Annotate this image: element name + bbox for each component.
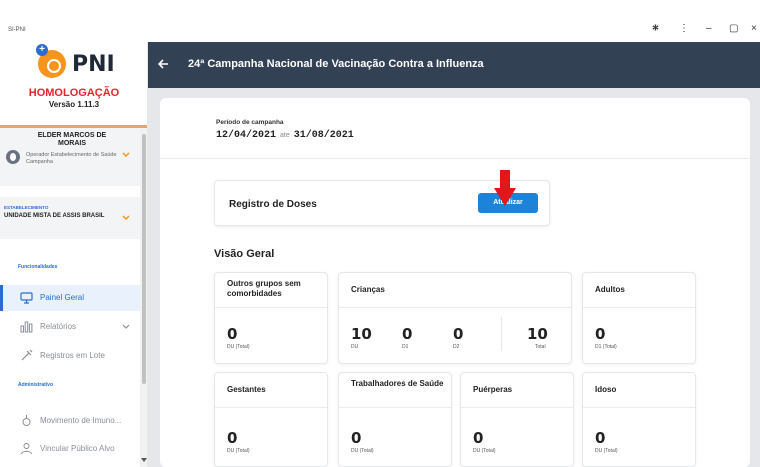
sidebar-item-vincular-publico-alvo[interactable]: Vincular Público Alvo	[0, 436, 140, 462]
metric-value: 0	[595, 429, 606, 447]
metric-separator	[501, 317, 502, 351]
card-title: Gestantes	[227, 385, 266, 394]
sidebar-item-label: Registros em Lote	[40, 351, 105, 360]
pni-logo: + PNI	[36, 44, 122, 84]
metric-value: 0	[227, 325, 238, 343]
vial-icon	[22, 415, 31, 426]
chevron-down-icon[interactable]	[122, 152, 130, 158]
metric-label: D1	[402, 344, 409, 350]
metric-value: 0	[453, 325, 464, 343]
metric-value: 0	[473, 429, 484, 447]
main-content: Período de campanha 12/04/2021 ate 31/08/2…	[148, 88, 760, 467]
card-trabalhadores-saude: Trabalhadores de Saúde 0 DU (Total)	[338, 372, 452, 467]
dose-registration-title: Registro de Doses	[229, 199, 317, 210]
overview-title: Visão Geral	[214, 248, 275, 260]
card-divider	[339, 307, 571, 308]
metric-label: DU (Total)	[595, 448, 618, 454]
metric-value: 0	[595, 325, 606, 343]
card-divider	[461, 407, 573, 408]
user-card[interactable]: ELDER MARCOS DE MORAIS Operador Estabele…	[0, 128, 140, 186]
establishment-value: UNIDADE MISTA DE ASSIS BRASIL	[4, 213, 105, 219]
sidebar-item-movimento-imuno[interactable]: Movimento de Imuno...	[0, 408, 140, 434]
metric-label: Total	[535, 344, 546, 350]
page-title: 24ª Campanha Nacional de Vacinação Contr…	[188, 58, 484, 70]
syringe-icon	[21, 349, 33, 361]
scroll-down-icon[interactable]	[141, 458, 147, 462]
metric-value: 10	[351, 325, 372, 343]
period-dates: 12/04/2021 ate 31/08/2021	[216, 130, 354, 141]
sidebar-scroll-thumb[interactable]	[142, 134, 146, 384]
metric-value: 0	[351, 429, 362, 447]
minimize-button[interactable]: –	[706, 24, 712, 34]
app-name: SI-PNI	[8, 27, 26, 33]
metric-label: D1 (Total)	[595, 344, 617, 350]
period-end: 31/08/2021	[293, 130, 354, 141]
metric-label: DU	[351, 344, 359, 350]
plus-icon: +	[36, 44, 48, 56]
metric-label: DU (Total)	[351, 448, 374, 454]
card-title: Idoso	[595, 385, 617, 394]
metric-label: DU (Total)	[227, 344, 250, 350]
metric-value: 0	[402, 325, 413, 343]
card-divider	[583, 307, 695, 308]
card-title: Adultos	[595, 285, 625, 294]
card-title: Puérperas	[473, 385, 513, 394]
chevron-down-icon[interactable]	[122, 324, 130, 330]
sidebar-item-painel-geral[interactable]: Painel Geral	[0, 285, 140, 311]
card-divider	[215, 407, 327, 408]
card-title: Outros grupos sem comorbidades	[227, 279, 301, 298]
monitor-icon	[20, 292, 33, 304]
page-header: 24ª Campanha Nacional de Vacinação Contr…	[148, 42, 760, 88]
establishment-card[interactable]: ESTABELECIMENTO UNIDADE MISTA DE ASSIS B…	[0, 197, 140, 239]
logo-text: PNI	[72, 52, 115, 77]
metric-label: D2	[453, 344, 460, 350]
section-administrative: Administrativo	[18, 382, 54, 388]
card-title: Trabalhadores de Saúde	[351, 379, 444, 388]
card-idoso: Idoso 0 DU (Total)	[582, 372, 696, 467]
more-menu-icon[interactable]: ⋮	[679, 24, 689, 34]
version-label: Versão 1.11.3	[48, 100, 100, 109]
metric-value: 10	[527, 325, 548, 343]
card-gestantes: Gestantes 0 DU (Total)	[214, 372, 328, 467]
card-adultos: Adultos 0 D1 (Total)	[582, 272, 696, 364]
sidebar-item-label: Relatórios	[40, 322, 77, 331]
card-title: Crianças	[351, 285, 385, 294]
user-avatar-icon	[6, 150, 20, 164]
card-divider	[583, 407, 695, 408]
metric-value: 0	[227, 429, 238, 447]
period-separator: ate	[280, 132, 290, 139]
card-criancas: Crianças 10 DU 0 D1 0 D2 10 Total	[338, 272, 572, 364]
sidebar-item-label: Painel Geral	[40, 293, 85, 302]
window-titlebar: SI-PNI 🞷 ⋮ – ▢ ×	[0, 0, 760, 42]
user-name: ELDER MARCOS DE MORAIS	[37, 132, 107, 147]
section-functionalities: Funcionalidades	[18, 264, 58, 270]
arrow-left-icon[interactable]	[158, 59, 169, 69]
sidebar-item-registros-em-lote[interactable]: Registros em Lote	[0, 343, 140, 369]
pin-icon[interactable]: 🞷	[652, 24, 659, 34]
environment-label: HOMOLOGAÇÃO	[28, 87, 120, 99]
sidebar: + PNI HOMOLOGAÇÃO Versão 1.11.3 ELDER MA…	[0, 42, 148, 467]
card-puerperas: Puérperas 0 DU (Total)	[460, 372, 574, 467]
sidebar-item-label: Movimento de Imuno...	[40, 416, 122, 425]
establishment-label: ESTABELECIMENTO	[4, 205, 49, 210]
metric-label: DU (Total)	[473, 448, 496, 454]
metric-label: DU (Total)	[227, 448, 250, 454]
user-role: Operador Estabelecimento de Saúde Campan…	[26, 152, 117, 165]
chart-icon	[20, 321, 33, 333]
sidebar-item-relatorios[interactable]: Relatórios	[0, 314, 140, 340]
sidebar-item-label: Vincular Público Alvo	[40, 444, 115, 453]
card-divider	[339, 407, 451, 408]
card-divider	[215, 307, 327, 308]
campaign-panel: Período de campanha 12/04/2021 ate 31/08/2…	[160, 98, 750, 467]
period-label: Período de campanha	[216, 119, 284, 126]
card-outros-grupos: Outros grupos sem comorbidades 0 DU (Tot…	[214, 272, 328, 364]
annotation-arrow-icon	[494, 170, 516, 206]
maximize-button[interactable]: ▢	[729, 24, 738, 34]
people-icon	[21, 443, 32, 455]
panel-divider	[160, 158, 750, 159]
period-start: 12/04/2021	[216, 130, 277, 141]
chevron-down-icon[interactable]	[122, 215, 130, 221]
close-button[interactable]: ×	[751, 24, 757, 34]
